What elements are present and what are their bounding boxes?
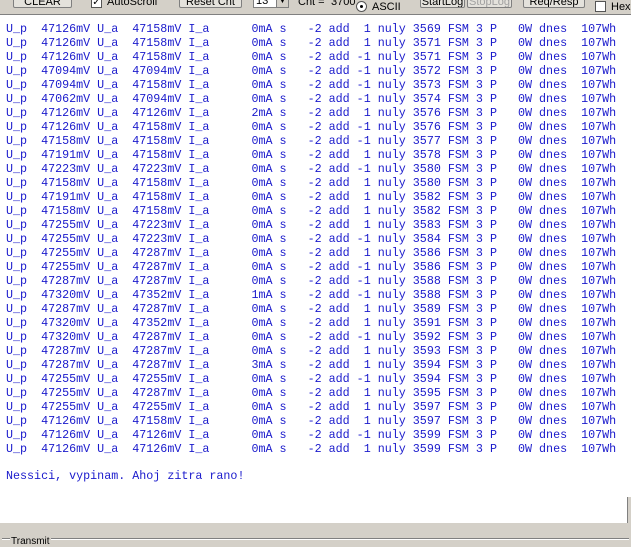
terminal-line: U_p 47062mV U_a 47094mV I_a 0mA s -2 add… bbox=[6, 92, 617, 106]
terminal-line: U_p 47255mV U_a 47287mV I_a 0mA s -2 add… bbox=[6, 386, 617, 400]
terminal-line: U_p 47287mV U_a 47287mV I_a 3mA s -2 add… bbox=[6, 358, 617, 372]
chevron-down-icon[interactable]: ▼ bbox=[276, 0, 288, 7]
terminal-line: U_p 47158mV U_a 47158mV I_a 0mA s -2 add… bbox=[6, 134, 617, 148]
terminal-line: U_p 47126mV U_a 47126mV I_a 0mA s -2 add… bbox=[6, 428, 617, 442]
transmit-label: Transmit bbox=[10, 536, 51, 547]
terminal-line: U_p 47255mV U_a 47287mV I_a 0mA s -2 add… bbox=[6, 246, 617, 260]
scrollbar[interactable] bbox=[627, 497, 631, 523]
autoscroll-label: AutoScroll bbox=[107, 0, 158, 8]
terminal-line: U_p 47158mV U_a 47158mV I_a 0mA s -2 add… bbox=[6, 204, 617, 218]
terminal-line: U_p 47126mV U_a 47158mV I_a 0mA s -2 add… bbox=[6, 50, 617, 64]
terminal-message: Nessici, vypinam. Ahoj zitra rano! bbox=[6, 469, 245, 483]
ascii-radio[interactable] bbox=[356, 1, 367, 12]
receive-terminal[interactable]: U_p 47126mV U_a 47158mV I_a 0mA s -2 add… bbox=[0, 14, 631, 523]
transmit-frame bbox=[2, 538, 629, 547]
terminal-line: U_p 47126mV U_a 47158mV I_a 0mA s -2 add… bbox=[6, 36, 617, 50]
terminal-line: U_p 47126mV U_a 47126mV I_a 0mA s -2 add… bbox=[6, 442, 617, 456]
terminal-line: U_p 47094mV U_a 47158mV I_a 0mA s -2 add… bbox=[6, 78, 617, 92]
terminal-line: U_p 47320mV U_a 47352mV I_a 1mA s -2 add… bbox=[6, 288, 617, 302]
clear-button[interactable]: CLEAR bbox=[13, 0, 72, 8]
terminal-log: U_p 47126mV U_a 47158mV I_a 0mA s -2 add… bbox=[6, 22, 616, 456]
terminal-line: U_p 47287mV U_a 47287mV I_a 0mA s -2 add… bbox=[6, 344, 617, 358]
cnt-select-value: 13 bbox=[256, 0, 269, 7]
toolbar: CLEAR ✓ AutoScroll Reset Cnt 13 ▼ Cnt = … bbox=[0, 0, 631, 14]
terminal-line: U_p 47287mV U_a 47287mV I_a 0mA s -2 add… bbox=[6, 274, 617, 288]
terminal-line: U_p 47223mV U_a 47223mV I_a 0mA s -2 add… bbox=[6, 162, 617, 176]
startlog-button[interactable]: StartLog bbox=[420, 0, 465, 8]
terminal-line: U_p 47255mV U_a 47223mV I_a 0mA s -2 add… bbox=[6, 218, 617, 232]
terminal-line: U_p 47320mV U_a 47352mV I_a 0mA s -2 add… bbox=[6, 316, 617, 330]
terminal-line: U_p 47126mV U_a 47158mV I_a 0mA s -2 add… bbox=[6, 22, 617, 36]
terminal-line: U_p 47158mV U_a 47158mV I_a 0mA s -2 add… bbox=[6, 176, 617, 190]
terminal-line: U_p 47287mV U_a 47287mV I_a 0mA s -2 add… bbox=[6, 302, 617, 316]
ascii-label: ASCII bbox=[372, 1, 401, 13]
hex-checkbox[interactable] bbox=[595, 1, 606, 12]
reqresp-button[interactable]: Req/Resp bbox=[523, 0, 585, 8]
cnt-value: 3700 bbox=[331, 0, 356, 8]
stoplog-button[interactable]: StopLog bbox=[467, 0, 512, 8]
terminal-line: U_p 47126mV U_a 47126mV I_a 2mA s -2 add… bbox=[6, 106, 617, 120]
terminal-line: U_p 47191mV U_a 47158mV I_a 0mA s -2 add… bbox=[6, 148, 617, 162]
terminal-line: U_p 47255mV U_a 47287mV I_a 0mA s -2 add… bbox=[6, 260, 617, 274]
cnt-label: Cnt = bbox=[298, 0, 325, 8]
terminal-line: U_p 47126mV U_a 47158mV I_a 0mA s -2 add… bbox=[6, 414, 617, 428]
terminal-line: U_p 47255mV U_a 47223mV I_a 0mA s -2 add… bbox=[6, 232, 617, 246]
transmit-panel: Transmit bbox=[0, 523, 631, 547]
terminal-line: U_p 47255mV U_a 47255mV I_a 0mA s -2 add… bbox=[6, 400, 617, 414]
terminal-line: U_p 47094mV U_a 47094mV I_a 0mA s -2 add… bbox=[6, 64, 617, 78]
cnt-select[interactable]: 13 ▼ bbox=[253, 0, 289, 8]
terminal-line: U_p 47320mV U_a 47287mV I_a 0mA s -2 add… bbox=[6, 330, 617, 344]
terminal-line: U_p 47126mV U_a 47158mV I_a 0mA s -2 add… bbox=[6, 120, 617, 134]
autoscroll-checkbox[interactable]: ✓ bbox=[91, 0, 102, 8]
terminal-line: U_p 47255mV U_a 47255mV I_a 0mA s -2 add… bbox=[6, 372, 617, 386]
hex-label: Hex bbox=[611, 1, 631, 13]
reset-cnt-button[interactable]: Reset Cnt bbox=[179, 0, 242, 8]
terminal-line: U_p 47191mV U_a 47158mV I_a 0mA s -2 add… bbox=[6, 190, 617, 204]
